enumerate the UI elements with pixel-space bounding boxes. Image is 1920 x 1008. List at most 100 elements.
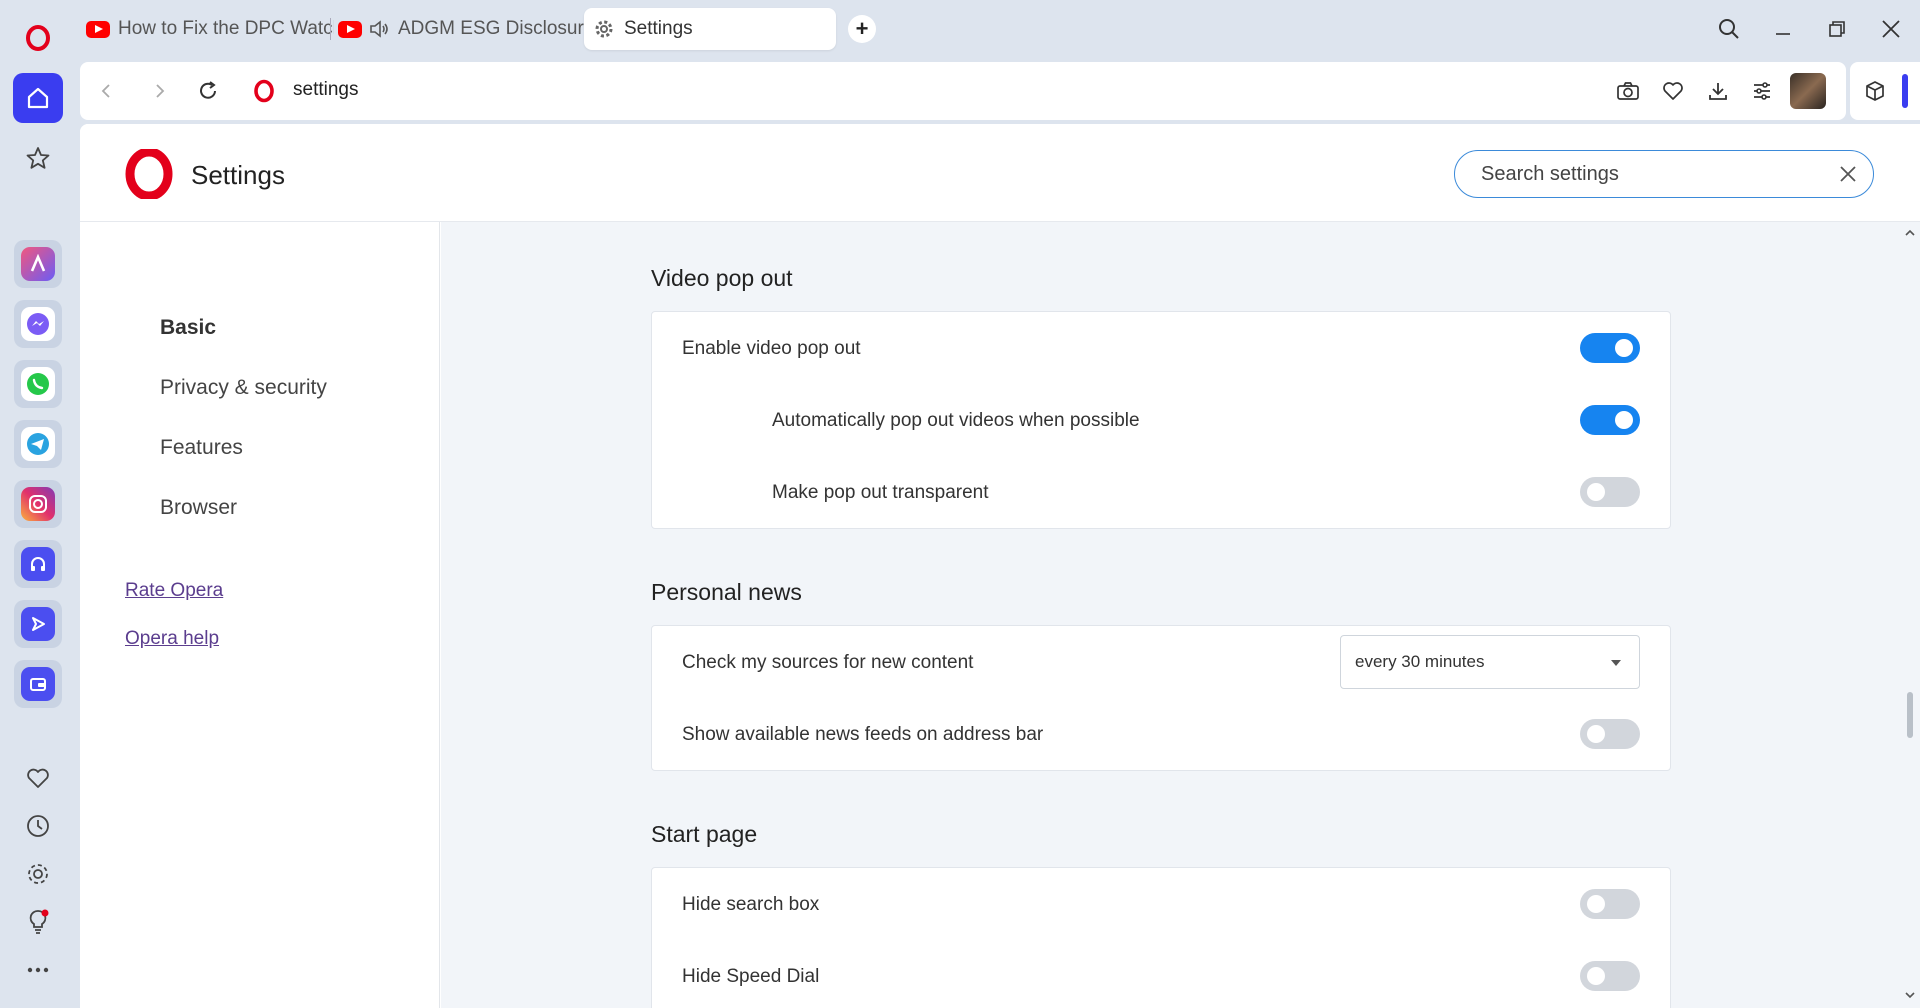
page-scrollbar[interactable] <box>1900 222 1920 1008</box>
speed-dial-button[interactable] <box>13 133 63 183</box>
page-title: Settings <box>191 160 285 190</box>
speaker-icon <box>370 20 388 38</box>
opera-logo-icon <box>125 149 173 199</box>
setting-label: Hide Speed Dial <box>682 966 820 987</box>
messenger-app-button[interactable] <box>14 300 62 348</box>
scroll-up-icon[interactable] <box>1904 228 1916 238</box>
settings-main: Video pop out Enable video pop out Autom… <box>441 222 1900 1008</box>
hide-speed-dial-toggle[interactable] <box>1580 961 1640 991</box>
gear-icon <box>28 864 48 884</box>
whatsapp-app-button[interactable] <box>14 360 62 408</box>
setting-label: Make pop out transparent <box>772 482 989 503</box>
personal-news-card: Check my sources for new content every 3… <box>651 625 1671 771</box>
clear-search-icon[interactable] <box>1839 165 1857 183</box>
tab-title: ADGM ESG Disclosures <box>398 18 604 39</box>
scrollbar-thumb[interactable] <box>1907 692 1913 738</box>
new-tab-button[interactable]: + <box>848 15 876 43</box>
news-refresh-interval-select[interactable]: every 30 minutes <box>1340 635 1640 689</box>
opera-logo-icon <box>26 25 50 51</box>
more-options-button[interactable] <box>13 945 63 995</box>
snapshot-button[interactable] <box>1612 75 1644 107</box>
reload-button[interactable] <box>192 75 224 107</box>
aria-app-button[interactable] <box>14 240 62 288</box>
camera-icon <box>1617 82 1639 100</box>
clock-icon <box>27 815 49 837</box>
start-page-card: Hide search box Hide Speed Dial <box>651 867 1671 1008</box>
cube-icon <box>1866 81 1884 101</box>
music-player-button[interactable] <box>14 540 62 588</box>
hide-search-box-toggle[interactable] <box>1580 889 1640 919</box>
setting-label: Hide search box <box>682 894 820 915</box>
select-value: every 30 minutes <box>1355 652 1485 671</box>
transparent-pop-out-toggle[interactable] <box>1580 477 1640 507</box>
enable-video-pop-out-toggle[interactable] <box>1580 333 1640 363</box>
tab-youtube-dpc[interactable]: How to Fix the DPC Watchdog <box>86 8 334 50</box>
settings-page: Settings Search settings Basic Privacy &… <box>80 124 1920 1008</box>
search-placeholder: Search settings <box>1481 162 1619 185</box>
nav-item-features[interactable]: Features <box>160 436 243 460</box>
minimize-icon <box>1776 33 1790 35</box>
auto-pop-out-toggle[interactable] <box>1580 405 1640 435</box>
forward-button[interactable] <box>144 75 176 107</box>
instagram-app-button[interactable] <box>14 480 62 528</box>
plus-icon: + <box>855 16 869 41</box>
video-pop-out-card: Enable video pop out Automatically pop o… <box>651 311 1671 529</box>
settings-nav: Basic Privacy & security Features Browse… <box>80 222 440 1008</box>
tab-search-button[interactable] <box>1712 12 1746 46</box>
section-title-start-page: Start page <box>651 821 758 847</box>
home-button[interactable] <box>13 73 63 123</box>
heart-icon <box>1663 82 1683 100</box>
address-input[interactable]: settings <box>293 79 358 101</box>
tab-settings[interactable]: Settings <box>584 8 836 50</box>
section-title-personal-news: Personal news <box>651 579 802 605</box>
reload-icon <box>200 81 216 99</box>
flow-app-button[interactable] <box>14 600 62 648</box>
nav-item-browser[interactable]: Browser <box>160 496 237 520</box>
extensions-button[interactable] <box>1858 74 1892 108</box>
opera-page-icon <box>248 75 280 107</box>
youtube-icon <box>338 20 362 38</box>
sidebar <box>0 0 76 1008</box>
chevron-down-icon <box>1611 660 1621 666</box>
settings-button[interactable] <box>13 849 63 899</box>
profile-avatar[interactable] <box>1790 73 1826 109</box>
close-window-button[interactable] <box>1874 12 1908 46</box>
opera-menu-button[interactable] <box>13 13 63 63</box>
setting-label: Automatically pop out videos when possib… <box>772 410 1140 431</box>
setting-label: Enable video pop out <box>682 338 861 359</box>
home-icon <box>27 87 49 109</box>
download-icon <box>1709 83 1727 100</box>
my-flow-button[interactable] <box>1657 75 1689 107</box>
instagram-icon <box>21 487 55 521</box>
opera-help-link[interactable]: Opera help <box>125 628 219 650</box>
rate-opera-link[interactable]: Rate Opera <box>125 580 223 602</box>
more-dots-icon <box>27 967 49 973</box>
nav-item-privacy-security[interactable]: Privacy & security <box>160 376 327 400</box>
close-icon <box>1882 20 1900 38</box>
headphones-icon <box>21 547 55 581</box>
back-button[interactable] <box>90 75 122 107</box>
settings-header: Settings Search settings <box>80 124 1920 222</box>
my-flow-favorites-button[interactable] <box>13 753 63 803</box>
heart-icon <box>27 768 49 788</box>
tips-button[interactable] <box>13 897 63 947</box>
send-arrow-icon <box>21 607 55 641</box>
wallet-app-button[interactable] <box>14 660 62 708</box>
scroll-down-icon[interactable] <box>1904 990 1916 1000</box>
search-icon <box>1719 19 1739 39</box>
telegram-app-button[interactable] <box>14 420 62 468</box>
history-button[interactable] <box>13 801 63 851</box>
news-feeds-address-bar-toggle[interactable] <box>1580 719 1640 749</box>
search-input[interactable]: Search settings <box>1454 150 1874 198</box>
sliders-icon <box>1754 82 1770 100</box>
nav-item-basic[interactable]: Basic <box>160 316 216 340</box>
whatsapp-icon <box>21 367 55 401</box>
forward-arrow-icon <box>156 84 165 98</box>
easy-setup-button[interactable] <box>1746 75 1778 107</box>
tab-title: Settings <box>624 18 693 39</box>
restore-button[interactable] <box>1820 12 1854 46</box>
downloads-button[interactable] <box>1702 75 1734 107</box>
minimize-button[interactable] <box>1766 12 1800 46</box>
tab-divider <box>330 18 331 40</box>
tab-title: How to Fix the DPC Watchdog <box>118 18 334 39</box>
